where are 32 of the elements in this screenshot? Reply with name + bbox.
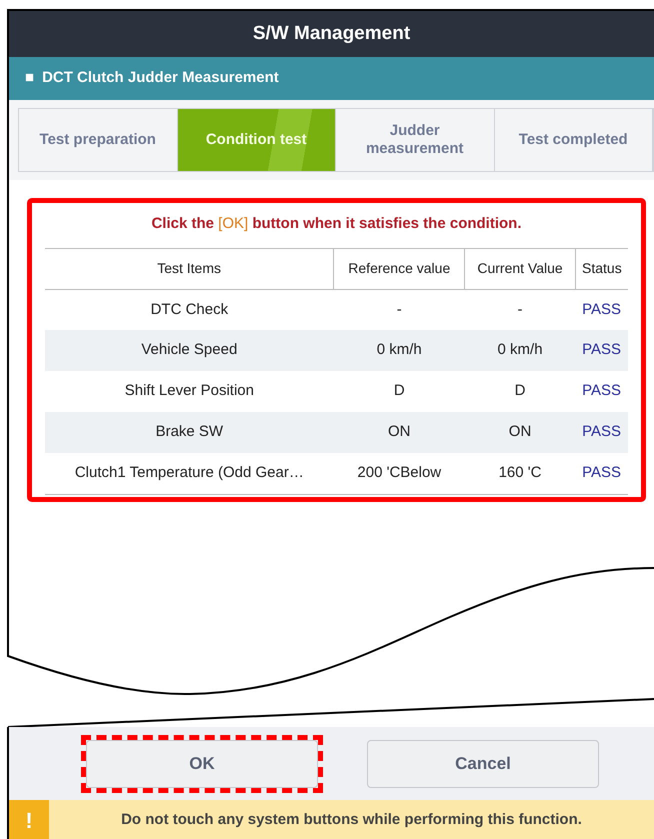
status-cell: PASS — [575, 371, 628, 412]
column-header: Test Items — [45, 248, 334, 289]
table-cell: ON — [334, 412, 465, 453]
column-header: Current Value — [464, 248, 576, 289]
dialog-button[interactable]: Cancel — [367, 740, 599, 788]
column-header: Reference value — [334, 248, 465, 289]
instruction-text: Click the [OK] button when it satisfies the condition. — [150, 214, 523, 234]
table-cell: D — [334, 371, 465, 412]
table-cell: Vehicle Speed — [45, 330, 334, 371]
table-cell: Clutch1 Temperature (Odd Gear… — [45, 453, 334, 494]
status-cell: PASS — [575, 330, 628, 371]
table-cell: Shift Lever Position — [45, 371, 334, 412]
warning-icon: ! — [9, 800, 49, 839]
table-cell: DTC Check — [45, 289, 334, 330]
square-marker: ■ — [25, 68, 34, 88]
section-title: DCT Clutch Judder Measurement — [42, 68, 279, 88]
table-cell: D — [464, 371, 576, 412]
table-cell: - — [464, 289, 576, 330]
table-cell: - — [334, 289, 465, 330]
table-cell: 160 'C — [464, 453, 576, 494]
window-title: S/W Management — [252, 22, 410, 46]
table-cell: 0 km/h — [464, 330, 576, 371]
table-cell: ON — [464, 412, 576, 453]
table-cell: 0 km/h — [334, 330, 465, 371]
status-cell: PASS — [575, 412, 628, 453]
table-cell: Brake SW — [45, 412, 334, 453]
dialog-button[interactable]: OK — [86, 740, 318, 788]
column-header: Status — [575, 248, 628, 289]
warning-text: Do not touch any system buttons while performing this function. — [121, 810, 582, 830]
table-cell: 200 'CBelow — [334, 453, 465, 494]
status-cell: PASS — [575, 289, 628, 330]
status-cell: PASS — [575, 453, 628, 494]
